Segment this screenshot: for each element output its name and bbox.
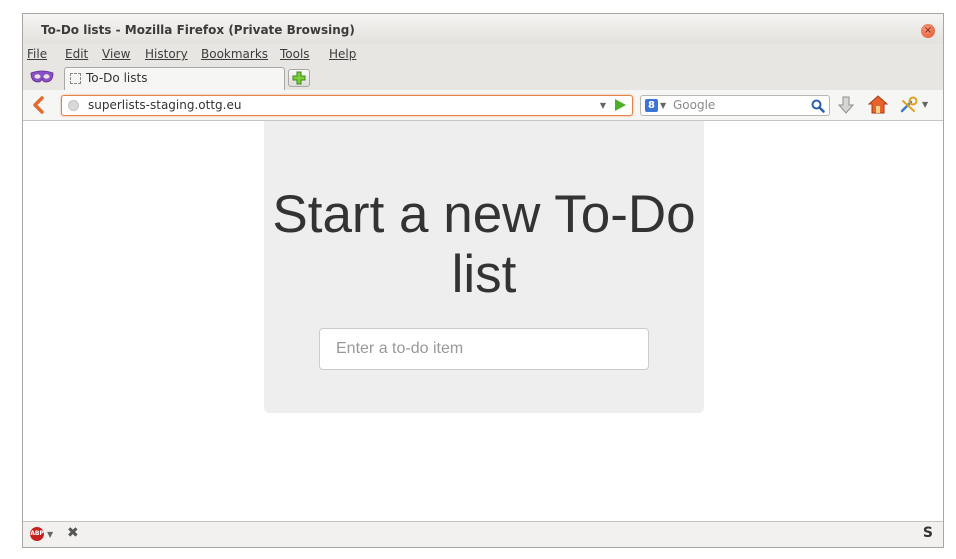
adblock-icon[interactable]: ABP bbox=[30, 527, 44, 541]
new-list-panel: Start a new To-Do list bbox=[264, 121, 704, 413]
go-arrow-icon[interactable] bbox=[615, 99, 626, 111]
adblock-dropdown-icon[interactable]: ▼ bbox=[47, 530, 53, 539]
close-addon-bar-icon[interactable]: ✖ bbox=[67, 525, 79, 541]
tab-label: To-Do lists bbox=[86, 71, 148, 85]
status-bar: ABP ▼ ✖ S bbox=[23, 521, 943, 547]
sync-icon[interactable]: S bbox=[923, 525, 933, 541]
menu-tools-label: Tools bbox=[280, 47, 310, 61]
menu-bookmarks-label: Bookmarks bbox=[201, 47, 269, 61]
page-heading: Start a new To-Do list bbox=[272, 185, 696, 304]
menu-file-label: File bbox=[27, 47, 48, 61]
google-search-engine-icon[interactable]: 8 bbox=[645, 99, 658, 112]
private-browsing-mask-icon bbox=[30, 70, 54, 83]
navigation-toolbar: superlists-staging.ottg.eu ▼ 8 ▼ Google … bbox=[23, 90, 943, 121]
menu-edit-label: Edit bbox=[65, 47, 89, 61]
menu-help-label: Help bbox=[329, 47, 357, 61]
window-title: To-Do lists - Mozilla Firefox (Private B… bbox=[41, 23, 355, 37]
url-history-dropdown-icon[interactable]: ▼ bbox=[600, 101, 606, 110]
site-identity-icon[interactable] bbox=[68, 100, 79, 111]
menu-view[interactable]: View bbox=[102, 47, 130, 61]
menu-view-label: View bbox=[102, 47, 131, 61]
page-content: Start a new To-Do list bbox=[23, 121, 943, 521]
url-bar[interactable]: superlists-staging.ottg.eu ▼ bbox=[61, 95, 633, 116]
search-icon[interactable] bbox=[811, 99, 825, 113]
search-bar[interactable]: 8 ▼ Google bbox=[640, 95, 830, 116]
menu-help[interactable]: Help bbox=[329, 47, 356, 61]
tools-dropdown-icon[interactable]: ▼ bbox=[922, 100, 928, 109]
home-icon[interactable] bbox=[868, 95, 888, 114]
menu-history-label: History bbox=[145, 47, 188, 61]
close-window-button[interactable]: × bbox=[921, 24, 935, 38]
menu-history[interactable]: History bbox=[145, 47, 188, 61]
tab-todo-lists[interactable]: To-Do lists bbox=[64, 67, 285, 90]
tab-favicon-icon bbox=[70, 73, 81, 84]
search-placeholder[interactable]: Google bbox=[673, 98, 715, 112]
menu-bookmarks[interactable]: Bookmarks bbox=[201, 47, 268, 61]
tab-bar: To-Do lists bbox=[23, 65, 943, 90]
menu-edit[interactable]: Edit bbox=[65, 47, 88, 61]
title-bar: To-Do lists - Mozilla Firefox (Private B… bbox=[23, 14, 943, 44]
search-engine-dropdown-icon[interactable]: ▼ bbox=[660, 101, 666, 110]
browser-window: To-Do lists - Mozilla Firefox (Private B… bbox=[22, 13, 944, 548]
back-arrow-icon[interactable] bbox=[31, 96, 45, 114]
menu-bar: File Edit View History Bookmarks Tools H… bbox=[23, 44, 943, 65]
plus-icon bbox=[292, 71, 306, 85]
new-item-input[interactable] bbox=[319, 328, 649, 370]
menu-tools[interactable]: Tools bbox=[280, 47, 310, 61]
url-text[interactable]: superlists-staging.ottg.eu bbox=[88, 98, 241, 112]
developer-tools-icon[interactable] bbox=[899, 96, 919, 114]
menu-file[interactable]: File bbox=[27, 47, 47, 61]
new-tab-button[interactable] bbox=[288, 69, 310, 87]
download-arrow-icon[interactable] bbox=[838, 96, 854, 114]
